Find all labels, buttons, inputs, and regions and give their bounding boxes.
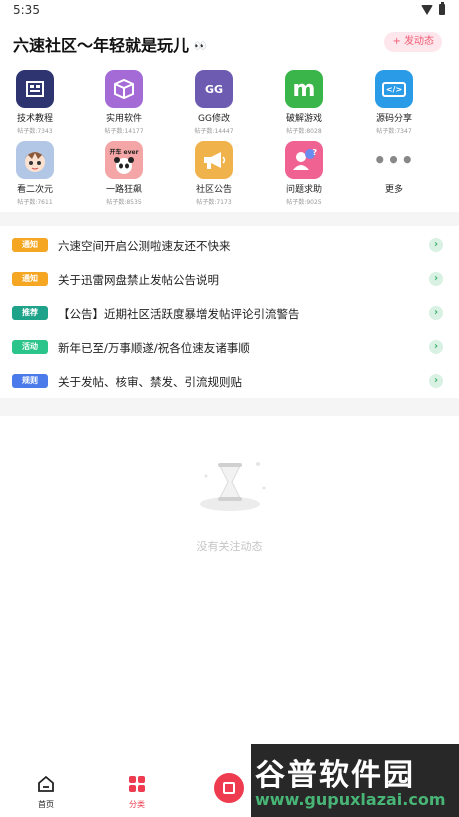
- watermark-url: www.gupuxlazai.com: [255, 790, 446, 809]
- watermark-title: 谷普软件园: [255, 758, 415, 793]
- notice-item[interactable]: 推荐 【公告】近期社区活跃度暴增发帖评论引流警告 ›: [8, 296, 451, 330]
- chevron-right-icon: ›: [429, 238, 443, 252]
- page-title-text: 六速社区～年轻就是玩儿: [13, 36, 190, 55]
- notice-item[interactable]: 活动 新年已至/万事顺遂/祝各位速友诸事顺 ›: [8, 330, 451, 364]
- anime-icon: [16, 141, 54, 179]
- help-icon: ?: [285, 141, 323, 179]
- panda-icon: 开车 ever: [105, 141, 143, 179]
- tag-recommend: 推荐: [12, 306, 48, 320]
- category-tech-tutorial[interactable]: 技术教程 帖子数:7343: [0, 70, 70, 135]
- gg-glyph: GG: [204, 82, 224, 96]
- m-icon: m: [285, 70, 323, 108]
- chevron-right-icon: ›: [429, 374, 443, 388]
- megaphone-icon: [195, 141, 233, 179]
- help-glyph: ?: [312, 148, 317, 157]
- notice-text: 关于发帖、核审、禁发、引流规则贴: [58, 375, 242, 389]
- section-divider-bottom: [0, 398, 459, 416]
- category-label: 社区公告: [195, 185, 232, 195]
- category-label: 破解游戏: [285, 114, 322, 124]
- category-help[interactable]: ? 问题求助 帖子数:9025: [269, 141, 339, 206]
- notice-text: 关于迅雷网盘禁止发帖公告说明: [58, 273, 219, 287]
- category-grid: 技术教程 帖子数:7343 实用软件 帖子数:14177 GG GG修改 帖子数…: [0, 70, 459, 210]
- notice-item[interactable]: 规则 关于发帖、核审、禁发、引流规则贴 ›: [8, 364, 451, 398]
- post-dynamic-button[interactable]: + 发动态: [384, 32, 442, 52]
- category-cracked-games[interactable]: m 破解游戏 帖子数:8028: [269, 70, 339, 135]
- category-count: 帖子数:8028: [286, 128, 322, 135]
- watermark: 谷普软件园 www.gupuxlazai.com: [251, 744, 459, 817]
- nav-home-label: 首页: [38, 800, 54, 809]
- tag-notice: 通知: [12, 238, 48, 252]
- category-gg-modify[interactable]: GG GG修改 帖子数:14447: [179, 70, 249, 135]
- category-count: 帖子数:7343: [17, 128, 53, 135]
- box-icon: [105, 70, 143, 108]
- category-count: 帖子数:7173: [196, 199, 232, 206]
- category-count: 帖子数:7611: [17, 199, 53, 206]
- battery-icon: [439, 2, 445, 15]
- category-source-share[interactable]: </> 源码分享 帖子数:7347: [359, 70, 429, 135]
- chevron-right-icon: ›: [429, 306, 443, 320]
- status-icons: [421, 2, 445, 15]
- notice-text: 【公告】近期社区活跃度暴增发帖评论引流警告: [58, 307, 300, 321]
- notice-list: 通知 六速空间开启公测啦速友还不快来 › 通知 关于迅雷网盘禁止发帖公告说明 ›…: [8, 226, 451, 398]
- page-title: 六速社区～年轻就是玩儿 👀: [13, 32, 206, 56]
- tag-rule: 规则: [12, 374, 48, 388]
- category-label: 看二次元: [16, 185, 53, 195]
- gg-icon: GG: [195, 70, 233, 108]
- nav-category[interactable]: 分类: [117, 775, 157, 810]
- category-grid-icon: [129, 776, 145, 792]
- category-announcement[interactable]: 社区公告 帖子数:7173: [179, 141, 249, 206]
- category-more[interactable]: ••• 更多: [359, 141, 429, 195]
- status-bar: 5:35: [0, 0, 459, 22]
- notice-text: 六速空间开启公测啦速友还不快来: [58, 239, 231, 253]
- status-time: 5:35: [13, 3, 40, 17]
- header: 六速社区～年轻就是玩儿 👀 + 发动态: [0, 22, 459, 62]
- category-anime[interactable]: 看二次元 帖子数:7611: [0, 141, 70, 206]
- category-label: 实用软件: [105, 114, 142, 124]
- hourglass-icon: [200, 462, 266, 511]
- category-label: 问题求助: [285, 185, 322, 195]
- category-useful-software[interactable]: 实用软件 帖子数:14177: [89, 70, 159, 135]
- category-speeding[interactable]: 开车 ever 一路狂飙 帖子数:8535: [89, 141, 159, 206]
- category-label: GG修改: [198, 114, 230, 124]
- book-icon: [16, 70, 54, 108]
- category-count: 帖子数:7347: [376, 128, 412, 135]
- category-label: 更多: [384, 185, 403, 195]
- more-dots: •••: [373, 148, 415, 172]
- home-icon: [38, 775, 54, 792]
- category-count: 帖子数:14177: [104, 128, 144, 135]
- nav-category-label: 分类: [129, 800, 145, 809]
- tag-notice: 通知: [12, 272, 48, 286]
- notice-item[interactable]: 通知 关于迅雷网盘禁止发帖公告说明 ›: [8, 262, 451, 296]
- nav-center-button[interactable]: [214, 773, 244, 803]
- tag-activity: 活动: [12, 340, 48, 354]
- empty-state: 没有关注动态: [0, 450, 459, 570]
- notice-text: 新年已至/万事顺遂/祝各位速友诸事顺: [58, 341, 250, 355]
- category-label: 技术教程: [16, 114, 53, 124]
- empty-state-text: 没有关注动态: [196, 540, 263, 553]
- category-count: 帖子数:14447: [194, 128, 234, 135]
- code-glyph: </>: [381, 81, 407, 97]
- code-icon: </>: [375, 70, 413, 108]
- panda-caption: 开车 ever: [109, 148, 139, 156]
- category-count: 帖子数:9025: [286, 199, 322, 206]
- section-divider: [0, 212, 459, 226]
- wifi-icon: [421, 4, 433, 15]
- notice-item[interactable]: 通知 六速空间开启公测啦速友还不快来 ›: [8, 228, 451, 262]
- chevron-right-icon: ›: [429, 272, 443, 286]
- eyes-icon: 👀: [194, 41, 207, 52]
- category-label: 一路狂飙: [105, 185, 142, 195]
- m-glyph: m: [292, 76, 316, 102]
- category-label: 源码分享: [375, 114, 412, 124]
- nav-home[interactable]: 首页: [26, 775, 66, 810]
- category-count: 帖子数:8535: [106, 199, 142, 206]
- more-icon: •••: [373, 141, 415, 179]
- chevron-right-icon: ›: [429, 340, 443, 354]
